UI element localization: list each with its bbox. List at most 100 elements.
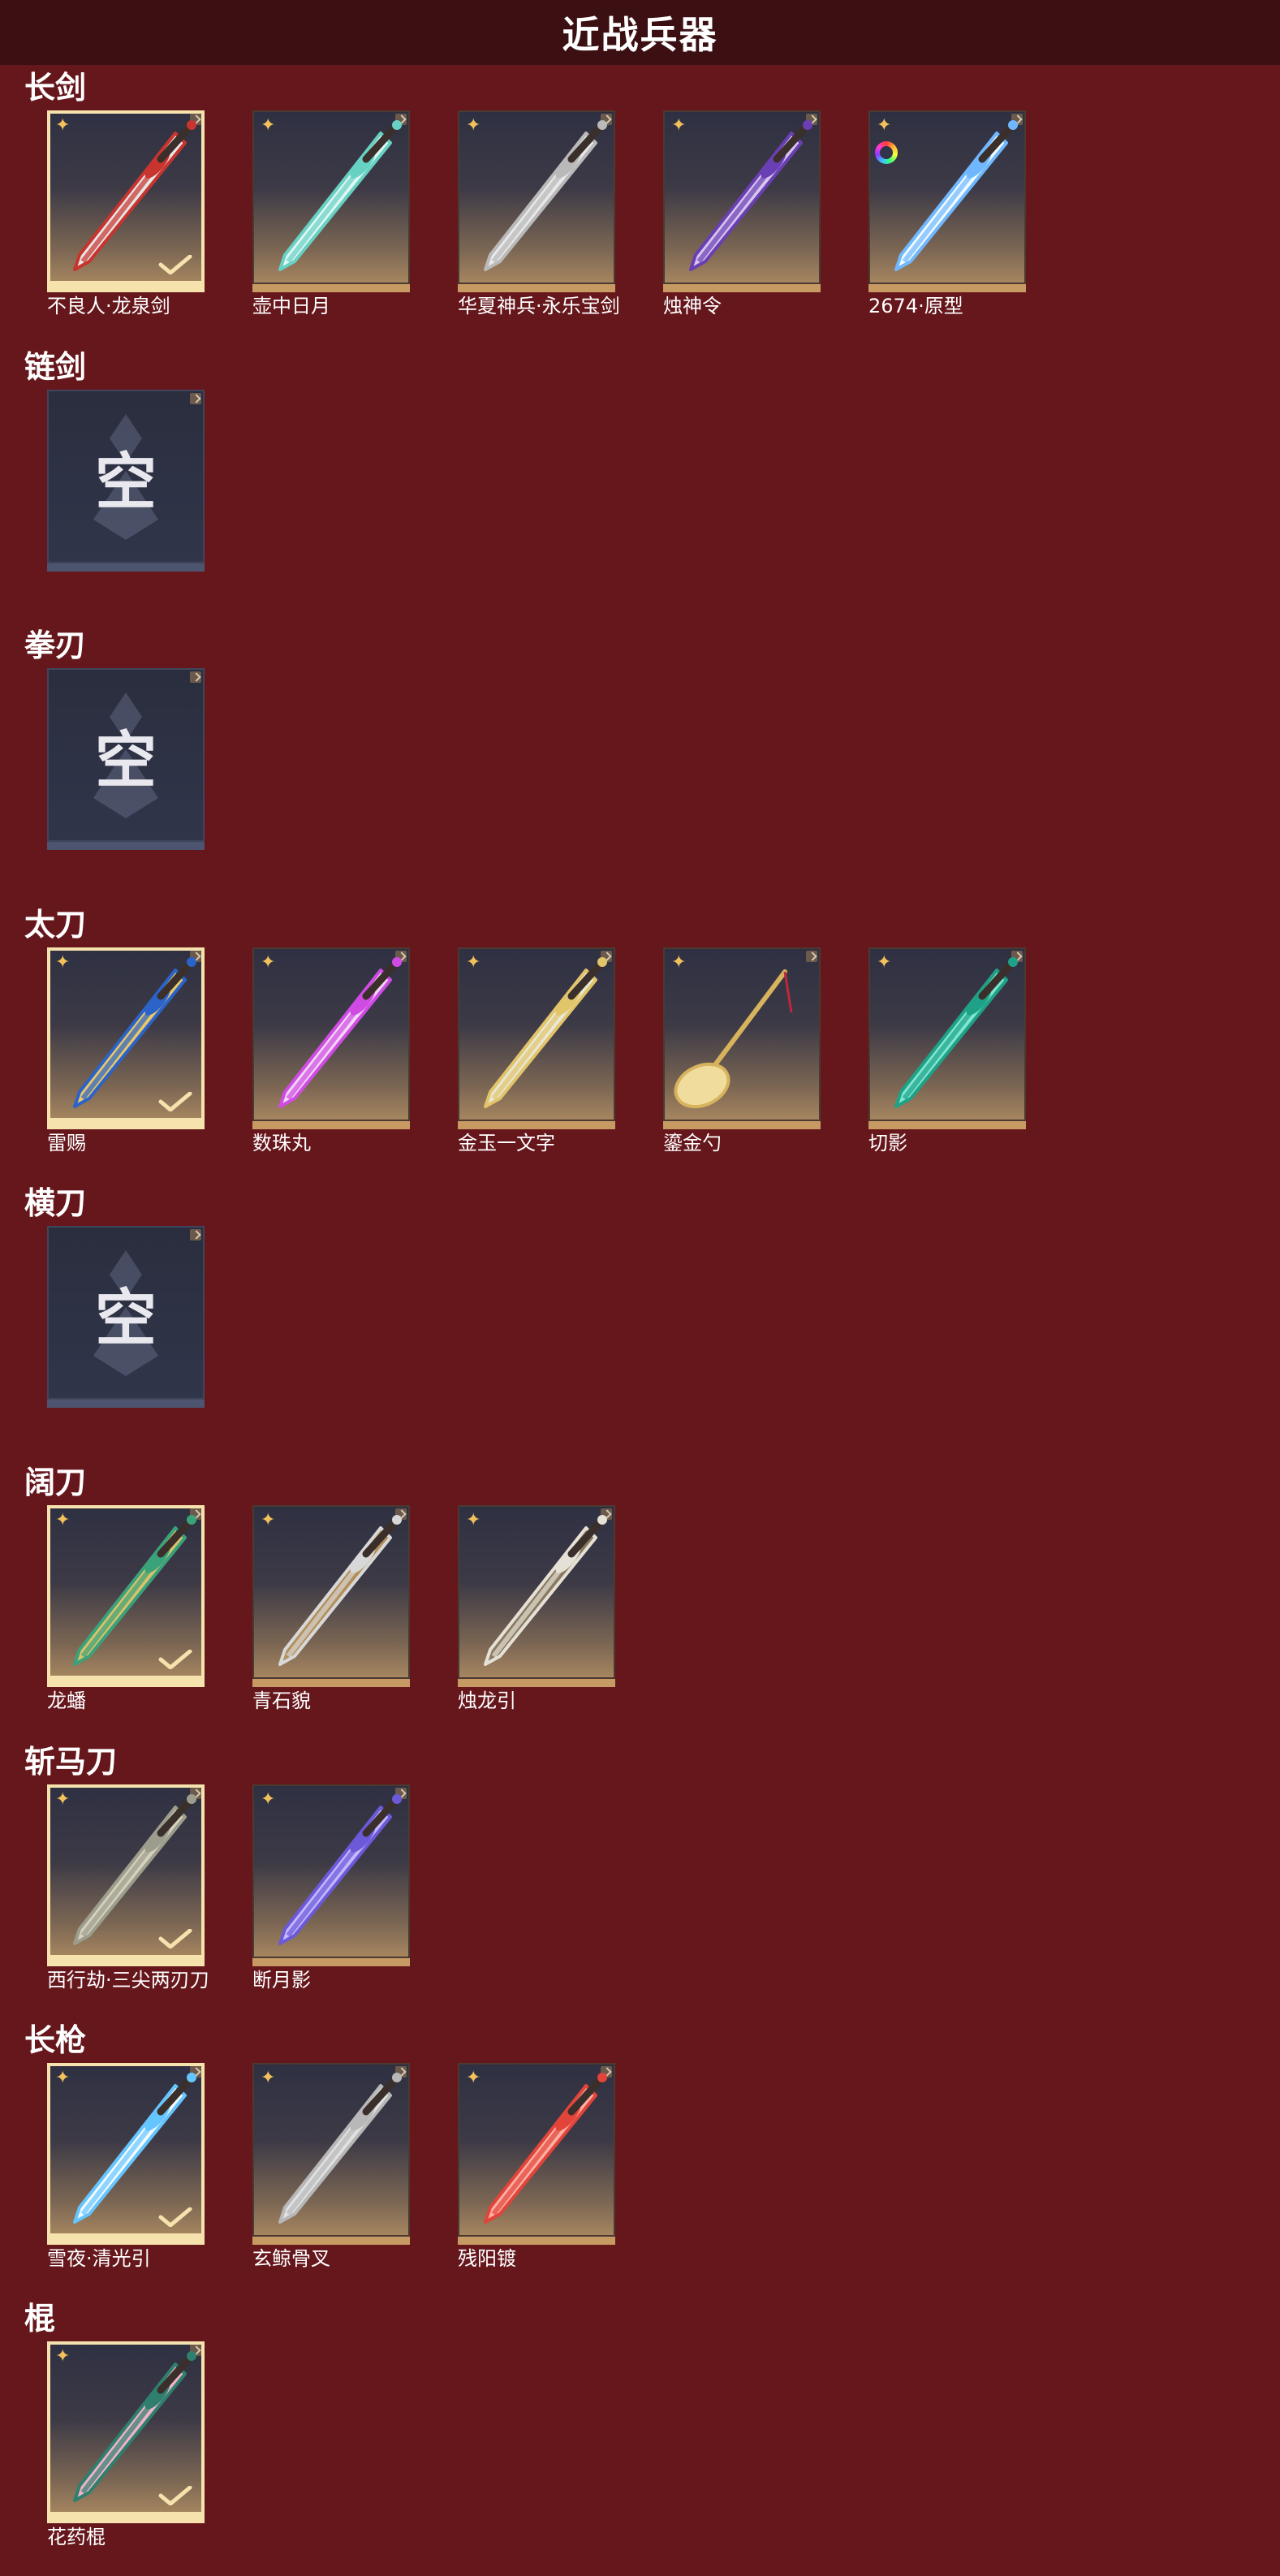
category-title: 阔刀 xyxy=(24,1465,87,1500)
weapon-image xyxy=(278,2073,402,2224)
weapon-card[interactable]: ✦ 断月影 xyxy=(252,1784,410,1991)
rarity-star-icon: ✦ xyxy=(877,952,892,973)
weapon-card[interactable]: ✦ 不良人·龙泉剑 xyxy=(47,110,205,317)
rarity-star-icon: ✦ xyxy=(55,2346,71,2367)
rarity-star-icon: ✦ xyxy=(261,1510,276,1530)
weapon-card[interactable]: ✦ 花药棍 xyxy=(47,2341,205,2548)
weapon-tile[interactable]: ✦ xyxy=(252,1505,410,1687)
rarity-star-icon: ✦ xyxy=(55,952,71,973)
weapon-name: 断月影 xyxy=(252,1969,311,1991)
weapon-card[interactable]: ✦ 残阳镀 xyxy=(458,2063,615,2270)
rarity-star-icon: ✦ xyxy=(55,2068,71,2088)
weapon-tile[interactable]: 空 xyxy=(47,1226,205,1408)
weapon-tile[interactable]: ✦ xyxy=(252,2063,410,2245)
rarity-star-icon: ✦ xyxy=(466,115,481,136)
weapon-card[interactable]: ✦ 烛龙引 xyxy=(458,1505,615,1712)
category-title: 链剑 xyxy=(24,349,87,385)
rarity-star-icon: ✦ xyxy=(55,1510,71,1530)
weapon-name: 玄鲸骨叉 xyxy=(252,2247,330,2270)
weapon-tile[interactable]: ✦ xyxy=(47,947,205,1129)
weapon-image xyxy=(278,1515,402,1666)
rarity-star-icon: ✦ xyxy=(55,1789,71,1810)
weapon-name: 华夏神兵·永乐宝剑 xyxy=(458,295,620,317)
weapon-card[interactable]: ✦ 华夏神兵·永乐宝剑 xyxy=(458,110,620,317)
weapon-card[interactable]: ✦ 鎏金勺 xyxy=(663,947,821,1154)
weapon-card[interactable]: ✦ 雷赐 xyxy=(47,947,205,1154)
weapon-tile[interactable]: ✦ xyxy=(458,1505,615,1687)
weapon-card[interactable]: ✦ 数珠丸 xyxy=(252,947,410,1154)
empty-weapon-slot[interactable]: 空 xyxy=(47,668,205,850)
weapon-tile[interactable]: ✦ xyxy=(47,2063,205,2245)
weapon-image xyxy=(484,957,607,1108)
weapon-tile[interactable]: ✦ xyxy=(868,110,1026,292)
rarity-star-icon: ✦ xyxy=(671,952,687,973)
weapon-name: 鎏金勺 xyxy=(663,1132,722,1154)
empty-weapon-slot[interactable]: 空 xyxy=(47,390,205,572)
category-title: 长枪 xyxy=(24,2022,87,2058)
weapon-name: 花药棍 xyxy=(47,2526,106,2548)
weapon-tile[interactable]: ✦ xyxy=(458,947,615,1129)
weapon-card[interactable]: ✦ 2674·原型 xyxy=(868,110,1026,317)
weapon-image xyxy=(484,120,607,271)
equipped-check-icon xyxy=(158,1092,192,1111)
weapon-tile[interactable]: 空 xyxy=(47,390,205,572)
weapon-name: 切影 xyxy=(868,1132,907,1154)
weapon-name: 不良人·龙泉剑 xyxy=(47,295,170,317)
weapon-name: 龙蟠 xyxy=(47,1689,86,1712)
empty-slot-label: 空 xyxy=(95,1282,157,1354)
page-title: 近战兵器 xyxy=(562,13,718,57)
weapon-image xyxy=(278,1794,402,1945)
weapon-tile[interactable]: ✦ xyxy=(458,2063,615,2245)
weapon-card[interactable]: ✦ 烛神令 xyxy=(663,110,821,317)
weapon-name: 烛神令 xyxy=(663,295,722,317)
weapon-image xyxy=(278,120,402,271)
rarity-star-icon: ✦ xyxy=(671,115,687,136)
rarity-star-icon: ✦ xyxy=(55,115,71,136)
weapon-card[interactable]: ✦ 青石貌 xyxy=(252,1505,410,1712)
dye-color-icon xyxy=(875,141,898,164)
weapon-name: 西行劫·三尖两刃刀 xyxy=(47,1969,209,1991)
weapon-image xyxy=(484,2073,607,2224)
weapon-name: 数珠丸 xyxy=(252,1132,311,1154)
weapon-name: 烛龙引 xyxy=(458,1689,516,1712)
weapon-name: 雷赐 xyxy=(47,1132,86,1154)
weapon-card[interactable]: ✦ 金玉一文字 xyxy=(458,947,615,1154)
weapon-image xyxy=(674,969,793,1109)
title-bar: 近战兵器 xyxy=(0,0,1280,65)
weapon-tile[interactable]: ✦ xyxy=(458,110,615,292)
weapon-tile[interactable]: ✦ xyxy=(252,110,410,292)
weapon-name: 金玉一文字 xyxy=(458,1132,555,1154)
weapon-tile[interactable]: ✦ xyxy=(47,2341,205,2523)
empty-weapon-slot[interactable]: 空 xyxy=(47,1226,205,1408)
weapon-tile[interactable]: ✦ xyxy=(47,1505,205,1687)
rarity-star-icon: ✦ xyxy=(466,952,481,973)
weapon-name: 2674·原型 xyxy=(868,295,963,317)
rarity-star-icon: ✦ xyxy=(261,115,276,136)
category-title: 横刀 xyxy=(24,1185,87,1221)
weapon-tile[interactable]: ✦ xyxy=(663,110,821,292)
weapon-image xyxy=(278,957,402,1108)
weapon-image xyxy=(689,120,812,271)
weapon-tile[interactable]: ✦ xyxy=(868,947,1026,1129)
category-title: 棍 xyxy=(24,2301,56,2337)
weapon-tile[interactable]: ✦ xyxy=(663,947,821,1129)
weapon-tile[interactable]: ✦ xyxy=(252,947,410,1129)
weapon-tile[interactable]: ✦ xyxy=(252,1784,410,1966)
category-title: 斩马刀 xyxy=(24,1744,118,1780)
weapon-card[interactable]: ✦ 雪夜·清光引 xyxy=(47,2063,205,2270)
weapon-tile[interactable]: 空 xyxy=(47,668,205,850)
weapon-card[interactable]: ✦ 龙蟠 xyxy=(47,1505,205,1712)
empty-slot-label: 空 xyxy=(95,724,157,796)
weapon-image xyxy=(894,120,1018,271)
weapon-tile[interactable]: ✦ xyxy=(47,110,205,292)
weapon-card[interactable]: ✦ 切影 xyxy=(868,947,1026,1154)
rarity-star-icon: ✦ xyxy=(261,1789,276,1810)
weapon-card[interactable]: ✦ 壶中日月 xyxy=(252,110,410,317)
weapon-card[interactable]: ✦ 西行劫·三尖两刃刀 xyxy=(47,1784,209,1991)
weapon-card[interactable]: ✦ 玄鲸骨叉 xyxy=(252,2063,410,2270)
category-title: 拳刃 xyxy=(24,628,87,663)
rarity-star-icon: ✦ xyxy=(261,2068,276,2088)
weapon-tile[interactable]: ✦ xyxy=(47,1784,205,1966)
rarity-star-icon: ✦ xyxy=(466,1510,481,1530)
equipped-check-icon xyxy=(158,2486,192,2505)
